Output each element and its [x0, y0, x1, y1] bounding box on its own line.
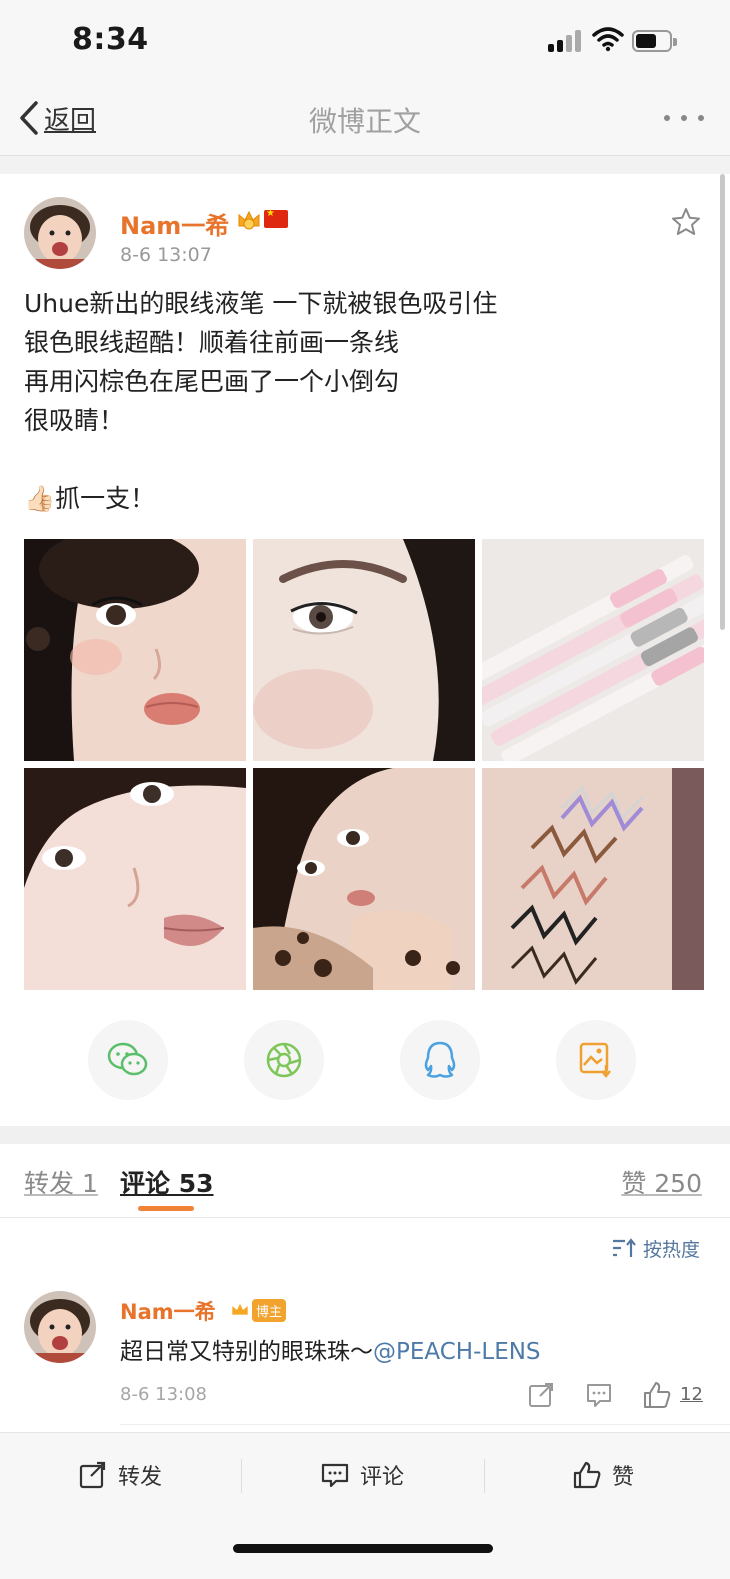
- image-swatch-arm[interactable]: [482, 768, 704, 990]
- moments-share-button[interactable]: [244, 1020, 324, 1100]
- image-eyeliner-pens[interactable]: [482, 539, 704, 761]
- battery-icon: [632, 30, 677, 52]
- post-text-line: 再用闪棕色在尾巴画了一个小倒勾: [24, 367, 400, 396]
- active-tab-indicator: [138, 1206, 194, 1211]
- divider: [241, 1459, 242, 1493]
- tab-likes[interactable]: 赞 250: [621, 1164, 702, 1200]
- author-badge: 博主: [230, 1298, 287, 1322]
- post-text-line: [24, 440, 684, 479]
- status-bar: 8:34: [0, 0, 730, 82]
- comment-button[interactable]: 评论: [320, 1455, 404, 1495]
- moments-icon: [266, 1042, 302, 1078]
- comment-item: Nam一希 博主 超日常又特别的眼珠珠～@PEACH-LENS 8-6 13:0…: [0, 1288, 730, 1428]
- cellular-signal-icon: [548, 28, 584, 52]
- post-time: 8-6 13:07: [120, 244, 212, 266]
- more-options-button[interactable]: [664, 106, 704, 130]
- comment-label: 评论: [360, 1465, 405, 1490]
- status-time: 8:34: [72, 22, 149, 57]
- post-text-line: Uhue新出的眼线液笔 一下就被银色吸引住: [24, 289, 498, 318]
- home-indicator[interactable]: [233, 1544, 493, 1553]
- qq-icon: [424, 1041, 456, 1078]
- divider: [120, 1424, 730, 1425]
- image-selfie-closeup[interactable]: [24, 539, 246, 761]
- reply-comment-icon[interactable]: [584, 1380, 614, 1410]
- wechat-share-button[interactable]: [88, 1020, 168, 1100]
- tab-repost[interactable]: 转发 1: [24, 1164, 98, 1200]
- sort-label: 按热度: [642, 1238, 700, 1261]
- post-text-line: 👍🏻抓一支！: [24, 484, 156, 513]
- author-avatar[interactable]: [24, 197, 96, 269]
- section-gap: [0, 156, 730, 174]
- commenter-avatar[interactable]: [24, 1291, 96, 1363]
- divider: [484, 1459, 485, 1493]
- star-icon[interactable]: [670, 206, 702, 238]
- post-card: Nam一希 8-6 13:07 Uhue新出的眼线液笔 一下就被银色吸引住 银色…: [0, 174, 730, 1126]
- tab-comments[interactable]: 评论 53: [120, 1164, 214, 1200]
- crown-icon: [232, 1303, 248, 1315]
- share-row: [0, 1020, 730, 1100]
- repost-button[interactable]: 转发: [78, 1455, 162, 1495]
- comment-icon: [321, 1463, 349, 1488]
- post-tabs: 转发 1 评论 53 赞 250: [0, 1144, 730, 1218]
- badge-label: 博主: [252, 1298, 287, 1322]
- comment-time: 8-6 13:08: [120, 1384, 207, 1405]
- comment-text: 超日常又特别的眼珠珠～@PEACH-LENS: [120, 1332, 541, 1366]
- wifi-icon: [592, 27, 624, 52]
- bottom-action-bar: 转发 评论 赞: [0, 1432, 730, 1579]
- china-flag-icon: [264, 208, 288, 228]
- scrollbar[interactable]: [720, 174, 725, 630]
- sort-icon: [612, 1238, 636, 1257]
- thumbs-up-icon: [573, 1461, 601, 1489]
- image-selfie-hand[interactable]: [253, 768, 475, 990]
- page-title: 微博正文: [308, 105, 421, 138]
- comment-like-count[interactable]: 12: [680, 1384, 703, 1405]
- like-label: 赞: [612, 1465, 635, 1490]
- like-button[interactable]: 赞: [572, 1455, 634, 1495]
- qq-share-button[interactable]: [400, 1020, 480, 1100]
- repost-icon: [79, 1461, 106, 1489]
- repost-comment-icon[interactable]: [526, 1380, 556, 1410]
- mention-link[interactable]: @PEACH-LENS: [373, 1339, 541, 1365]
- commenter-name[interactable]: Nam一希: [120, 1296, 216, 1326]
- post-text-line: 银色眼线超酷！顺着往前画一条线: [24, 328, 400, 357]
- comment-body: 超日常又特别的眼珠珠～: [120, 1339, 373, 1365]
- save-image-button[interactable]: [556, 1020, 636, 1100]
- repost-label: 转发: [118, 1465, 163, 1490]
- image-eye-makeup[interactable]: [253, 539, 475, 761]
- image-selfie-lips[interactable]: [24, 768, 246, 990]
- post-text-line: 很吸睛！: [24, 406, 125, 435]
- author-name[interactable]: Nam一希: [120, 206, 229, 241]
- post-text: Uhue新出的眼线液笔 一下就被银色吸引住 银色眼线超酷！顺着往前画一条线 再用…: [24, 284, 684, 518]
- section-gap: [0, 1126, 730, 1144]
- save-image-icon: [579, 1042, 611, 1079]
- nav-bar: 返回 微博正文: [0, 82, 730, 156]
- like-comment-icon[interactable]: [642, 1380, 672, 1410]
- vip-crown-icon: [238, 210, 260, 230]
- wechat-icon: [107, 1042, 148, 1076]
- sort-by-heat-button[interactable]: 按热度: [611, 1234, 700, 1262]
